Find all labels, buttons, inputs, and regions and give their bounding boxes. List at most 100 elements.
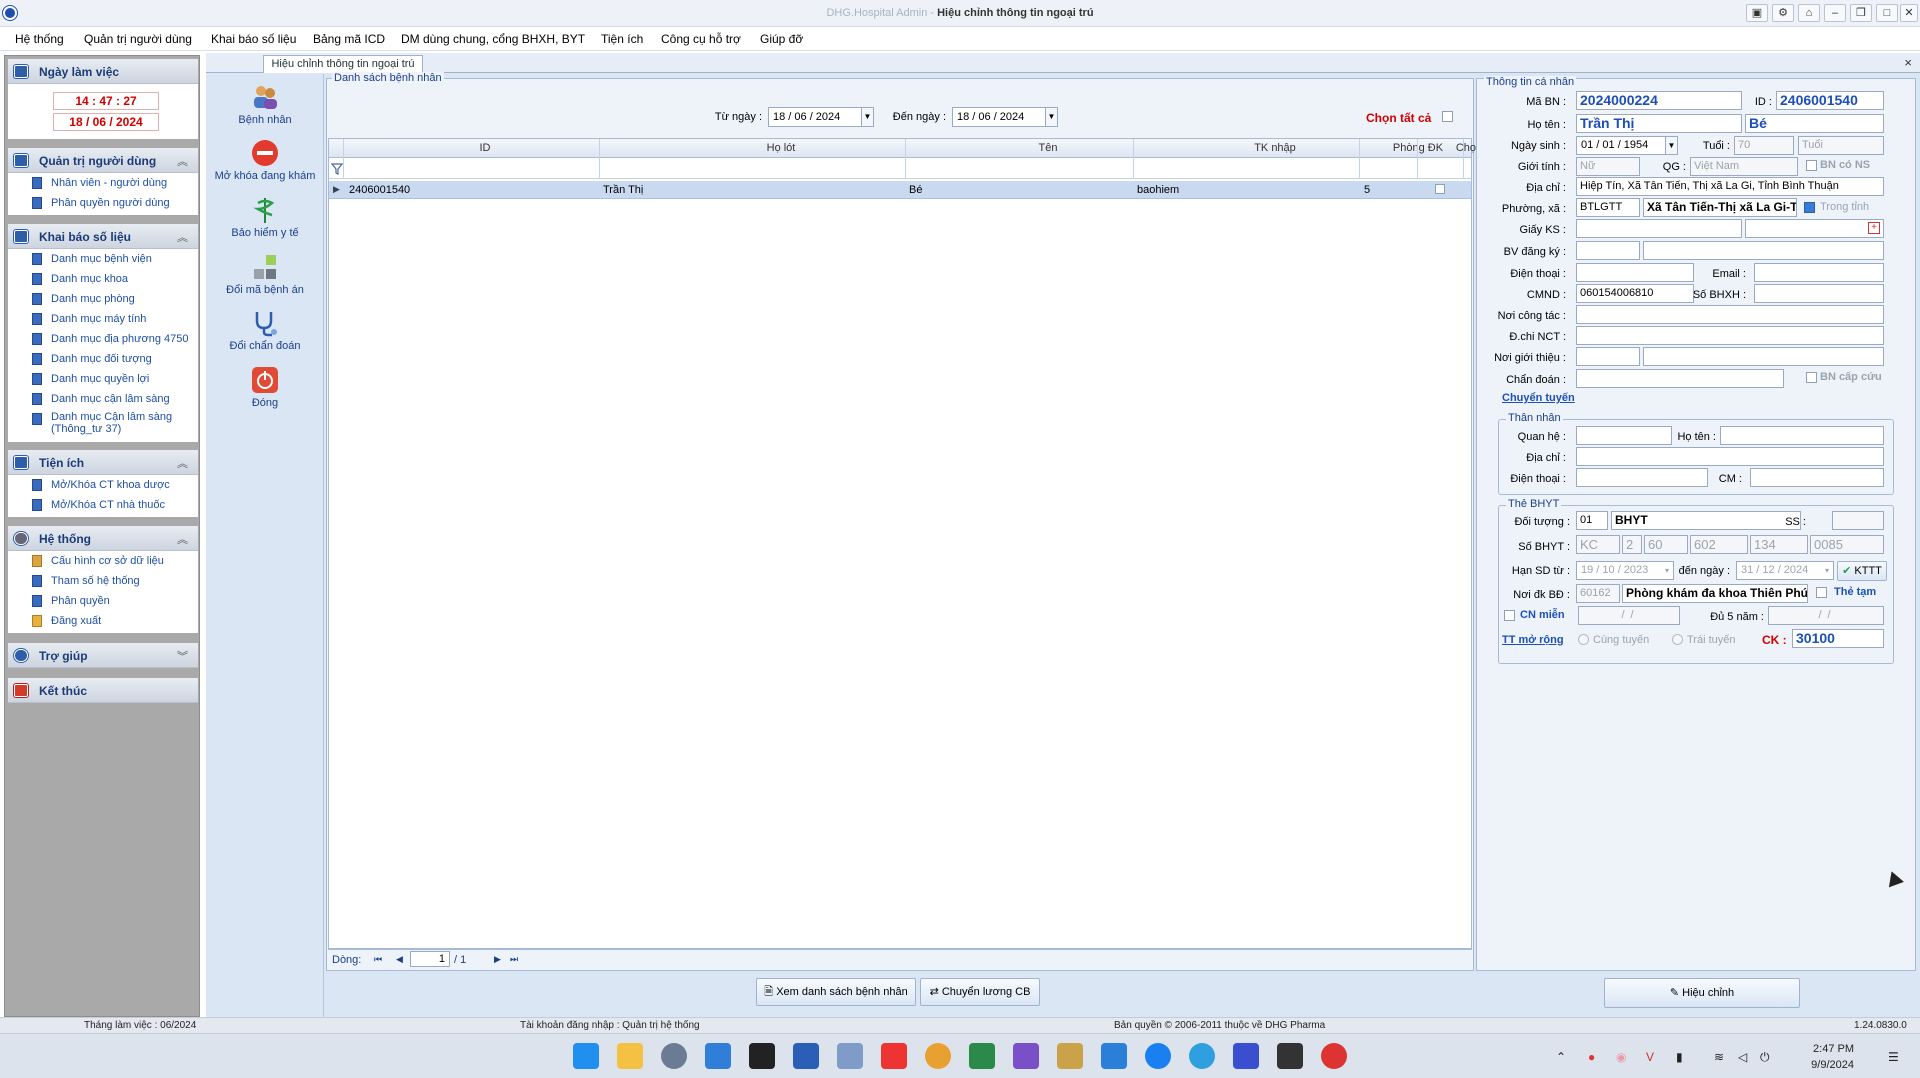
sidebar-item-dm-quyen-loi[interactable]: Danh mục quyền lợi xyxy=(8,369,198,389)
sidebar-group-header[interactable]: Khai báo số liệu ︽ xyxy=(8,224,198,249)
noi-dk-code[interactable]: 60162 xyxy=(1576,584,1620,603)
han-den-input[interactable]: 31 / 12 / 2024 ▾ xyxy=(1736,561,1834,580)
star-app-icon[interactable] xyxy=(1233,1043,1259,1069)
ck-field[interactable]: 30100 xyxy=(1792,629,1884,648)
page-input[interactable]: 1 xyxy=(410,951,450,967)
dropdown-icon[interactable]: ▼ xyxy=(1045,108,1057,126)
sidebar-item-dang-xuat[interactable]: Đăng xuất xyxy=(8,611,198,631)
so-bhyt-part-1[interactable]: KC xyxy=(1576,535,1620,554)
so-bhyt-part-3[interactable]: 60 xyxy=(1644,535,1688,554)
from-date-input[interactable]: 18 / 06 / 2024 ▼ xyxy=(768,107,874,127)
ss-select[interactable] xyxy=(1832,511,1884,530)
tuoi-unit-select[interactable]: Tuổi xyxy=(1798,136,1884,155)
menu-item-quan-tri[interactable]: Quản trị người dùng xyxy=(84,32,192,46)
tray-chevron-icon[interactable]: ⌃ xyxy=(1556,1050,1566,1064)
menu-item-tien-ich[interactable]: Tiện ích xyxy=(601,32,643,46)
collapse-icon[interactable]: ︽ xyxy=(177,531,188,547)
sidebar-group-header[interactable]: Ngày làm việc xyxy=(8,59,198,84)
sidebar-item-dm-may-tinh[interactable]: Danh mục máy tính xyxy=(8,309,198,329)
tool-dong[interactable]: Đóng xyxy=(206,365,324,409)
kttt-button[interactable]: ✔ KTTT xyxy=(1837,561,1887,581)
minimize-icon[interactable]: – xyxy=(1824,4,1846,22)
sidebar-group-header[interactable]: Quản trị người dùng ︽ xyxy=(8,148,198,173)
vscode-icon[interactable] xyxy=(1101,1043,1127,1069)
tt-mo-rong-link[interactable]: TT mở rộng xyxy=(1502,634,1564,646)
sidebar-item-dm-dia-phuong[interactable]: Danh mục địa phương 4750 xyxy=(8,329,198,349)
sidebar-group-header[interactable]: Tiện ích ︽ xyxy=(8,450,198,475)
prev-page-icon[interactable]: ◀ xyxy=(396,954,403,965)
sidebar-item-khoa-duoc[interactable]: Mở/Khóa CT khoa dược xyxy=(8,475,198,495)
phuong-xa-field[interactable]: Xã Tân Tiến-Thị xã La Gi-Tỉnh Bình Thuận xyxy=(1643,198,1797,217)
tuoi-field[interactable]: 70 xyxy=(1734,136,1794,155)
dchi-nct-field[interactable] xyxy=(1576,326,1884,345)
start-icon[interactable] xyxy=(573,1043,599,1069)
powershell-icon[interactable] xyxy=(793,1043,819,1069)
so-bhyt-part-2[interactable]: 2 xyxy=(1622,535,1642,554)
col-ho-lot[interactable]: Họ lót xyxy=(629,142,933,154)
sidebar-item-cau-hinh[interactable]: Cấu hình cơ sở dữ liệu xyxy=(8,551,198,571)
sidebar-item-nha-thuoc[interactable]: Mở/Khóa CT nhà thuốc xyxy=(8,495,198,515)
menu-item-icd[interactable]: Bảng mã ICD xyxy=(313,32,385,46)
tray-v-icon[interactable]: V xyxy=(1646,1050,1654,1064)
bv-dang-ky-code[interactable] xyxy=(1576,241,1640,260)
dia-chi-field[interactable]: Hiệp Tín, Xã Tân Tiến, Thị xã La Gi, Tỉn… xyxy=(1576,177,1884,196)
bn-cap-cuu-checkbox[interactable] xyxy=(1806,372,1817,383)
relative-ho-ten-field[interactable] xyxy=(1720,426,1884,445)
trai-tuyen-radio[interactable] xyxy=(1672,634,1683,645)
hieu-chinh-button[interactable]: ✎ Hiệu chỉnh xyxy=(1604,978,1800,1008)
visual-studio-icon[interactable] xyxy=(1013,1043,1039,1069)
noi-dk-field[interactable]: Phòng khám đa khoa Thiên Phúc xyxy=(1622,584,1808,603)
cn-mien-checkbox[interactable] xyxy=(1504,610,1515,621)
chuyen-tuyen-link[interactable]: Chuyển tuyến xyxy=(1502,392,1575,404)
trong-tinh-checkbox[interactable] xyxy=(1804,202,1815,213)
sidebar-item-dm-can-lam-sang[interactable]: Danh mục cận lâm sàng xyxy=(8,389,198,409)
s-app-icon[interactable] xyxy=(881,1043,907,1069)
col-phong-dk[interactable]: Phòng ĐK xyxy=(1389,142,1447,154)
giay-ks-extra[interactable] xyxy=(1745,219,1884,238)
tool-bao-hiem[interactable]: Bảo hiểm y tế xyxy=(206,195,324,239)
filter-row[interactable] xyxy=(329,159,1471,179)
col-id[interactable]: ID xyxy=(343,142,627,154)
sidebar-group-header[interactable]: Hệ thống ︽ xyxy=(8,526,198,551)
telegram-icon[interactable] xyxy=(1189,1043,1215,1069)
dropdown-icon[interactable]: ▼ xyxy=(861,108,873,126)
tray-wifi-icon[interactable]: ≋ xyxy=(1714,1050,1724,1064)
globe-icon[interactable] xyxy=(925,1043,951,1069)
col-tk-nhap[interactable]: TK nhập xyxy=(1163,142,1387,154)
tray-record-icon[interactable]: ● xyxy=(1588,1050,1595,1064)
terminal-icon[interactable] xyxy=(749,1043,775,1069)
folder-icon[interactable] xyxy=(617,1043,643,1069)
sidebar-item-dm-cls-tt37[interactable]: Danh mục Cận lâm sàng (Thông_tư 37) xyxy=(8,409,198,437)
noi-gioi-thieu-code[interactable] xyxy=(1576,347,1640,366)
bv-dang-ky-field[interactable] xyxy=(1643,241,1884,260)
filter-icon[interactable] xyxy=(331,163,343,175)
tray-battery-icon[interactable]: ▮ xyxy=(1676,1050,1683,1064)
tray-power-icon[interactable]: ⏻ xyxy=(1760,1050,1770,1065)
notification-icon[interactable]: ☰ xyxy=(1888,1050,1899,1064)
sidebar-item-dm-khoa[interactable]: Danh mục khoa xyxy=(8,269,198,289)
du-5-nam-date[interactable]: // xyxy=(1768,606,1884,625)
so-bhyt-part-4[interactable]: 602 xyxy=(1690,535,1748,554)
menu-item-khai-bao[interactable]: Khai báo số liệu xyxy=(211,32,296,46)
email-field[interactable] xyxy=(1754,263,1884,282)
so-bhyt-part-5[interactable]: 134 xyxy=(1750,535,1808,554)
the-tam-checkbox[interactable] xyxy=(1816,587,1827,598)
tray-volume-icon[interactable]: ◁ xyxy=(1738,1050,1747,1064)
add-icon[interactable]: + xyxy=(1868,222,1880,234)
doi-tuong-code[interactable]: 01 xyxy=(1576,511,1608,530)
zalo-icon[interactable] xyxy=(1145,1043,1171,1069)
sidebar-item-dm-phong[interactable]: Danh mục phòng xyxy=(8,289,198,309)
sidebar-item-phan-quyen-nd[interactable]: Phân quyền người dùng xyxy=(8,193,198,213)
cung-tuyen-radio[interactable] xyxy=(1578,634,1589,645)
dark-app-icon[interactable] xyxy=(1277,1043,1303,1069)
menu-item-giup-do[interactable]: Giúp đỡ xyxy=(760,32,803,46)
giay-ks-field[interactable] xyxy=(1576,219,1742,238)
bn-co-ns-checkbox[interactable] xyxy=(1806,160,1817,171)
transfer-button[interactable]: ⇄ Chuyển lương CB xyxy=(920,978,1040,1006)
ho-field[interactable]: Trần Thị xyxy=(1576,114,1742,133)
tool-doi-chan-doan[interactable]: Đổi chẩn đoán xyxy=(206,308,324,352)
to-date-input[interactable]: 18 / 06 / 2024 ▼ xyxy=(952,107,1058,127)
select-all-checkbox[interactable] xyxy=(1442,111,1453,122)
sidebar-group-header[interactable]: Trợ giúp ︾ xyxy=(8,643,198,668)
collapse-icon[interactable]: ︽ xyxy=(177,229,188,245)
